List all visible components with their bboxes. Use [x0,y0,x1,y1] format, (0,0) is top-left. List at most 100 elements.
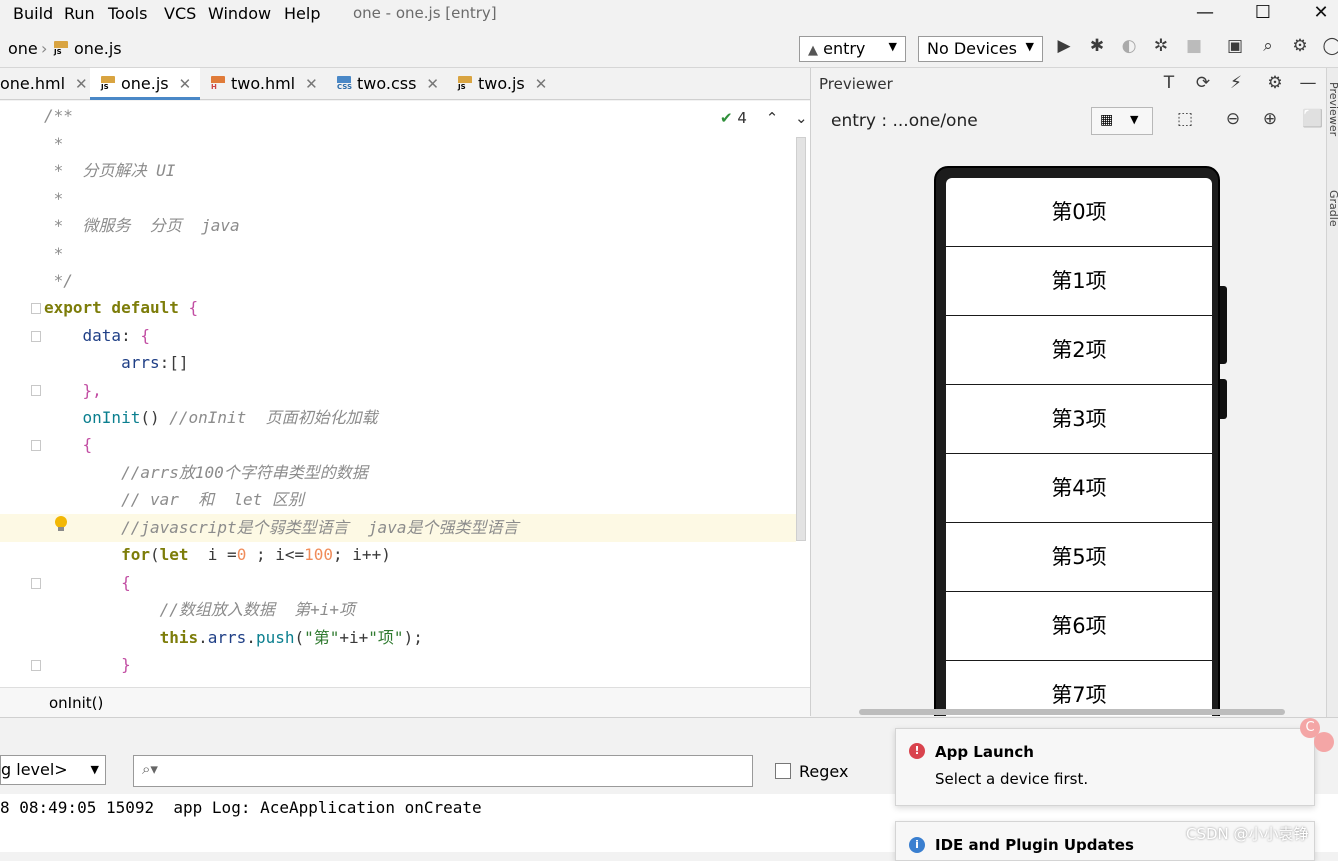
regex-checkbox[interactable]: Regex [775,762,848,781]
inspection-widget[interactable]: ✔ 4 ⌃ ⌄ [720,109,808,127]
fit-screen-icon[interactable]: ⬚ [1173,109,1197,133]
editor-breadcrumb: onInit() [0,687,810,717]
notification-title: App Launch [935,743,1034,761]
close-icon[interactable]: ✕ [426,75,439,93]
app-launch-notification[interactable]: ! App Launch Select a device first. [895,728,1315,806]
editor-scrollbar[interactable] [796,137,806,541]
fullscreen-icon[interactable]: ⬜ [1301,109,1325,133]
navigation-bar: one › JS one.js ▲ entry ▼ No Devices ▼ ▶ … [0,28,1338,68]
run-config-dropdown[interactable]: ▲ entry ▼ [799,36,906,62]
list-item[interactable]: 第4项 [946,454,1212,523]
avatar-icon[interactable]: ◯ [1320,36,1338,60]
notification-title: IDE and Plugin Updates [935,836,1134,854]
code-line: /** [44,106,73,125]
tab-label: one.hml [0,74,66,93]
list-item[interactable]: 第1项 [946,247,1212,316]
tab-two-css[interactable]: CSS two.css ✕ [326,68,446,100]
code-line: }, [82,381,102,400]
fold-icon[interactable] [31,440,41,451]
log-search-input[interactable]: ⌕▾ [133,755,753,787]
tab-label: two.css [357,74,417,93]
run-icon[interactable]: ▶ [1052,36,1076,60]
menu-window[interactable]: Window [208,4,271,23]
chevron-down-icon: ▼ [888,40,897,53]
breadcrumb-file[interactable]: JS one.js [54,39,122,58]
debug-icon[interactable]: ✱ [1085,36,1109,60]
minimize-panel-icon[interactable]: — [1296,73,1320,97]
previewer-scrollbar[interactable] [859,709,1285,715]
list-item[interactable]: 第6项 [946,592,1212,661]
font-size-icon[interactable]: T [1157,73,1181,97]
log-level-dropdown[interactable]: g level> ▼ [0,755,106,785]
close-icon[interactable]: ✕ [75,75,88,93]
fold-icon[interactable] [31,578,41,589]
code-line: arrs:[] [121,353,189,372]
menu-help[interactable]: Help [284,4,320,23]
code-line: //数组放入数据 第+i+项 [44,600,356,619]
code-line: export default { [44,298,199,317]
menu-bar: Build Run Tools VCS Window Help one - on… [0,0,1338,28]
plug-icon[interactable]: ⚡ [1224,73,1248,97]
breadcrumb-project[interactable]: one [8,39,38,58]
tab-two-hml[interactable]: Htwo.hml ✕ [200,68,326,100]
list-item[interactable]: 第7项 [946,661,1212,716]
code-line: * [44,244,64,263]
previewer-canvas: 第0项 第1项 第2项 第3项 第4项 第5项 第6项 第7项 [810,141,1326,716]
list-item[interactable]: 第5项 [946,523,1212,592]
decorative-sticker: C [1300,670,1338,760]
fold-icon[interactable] [31,331,41,342]
attach-debugger-icon[interactable]: ◐ [1117,36,1141,60]
minimize-button[interactable]: — [1190,2,1220,26]
breadcrumb-file-label: one.js [74,39,122,58]
code-line: this.arrs.push("第"+i+"项"); [159,628,423,647]
regex-label: Regex [799,762,849,781]
js-file-icon: JS [101,75,115,92]
search-icon[interactable]: ⌕ [1256,36,1280,60]
device-label: No Devices [927,39,1017,58]
menu-tools[interactable]: Tools [108,4,147,23]
fold-icon[interactable] [31,303,41,314]
chevron-up-icon[interactable]: ⌃ [766,109,779,127]
close-icon[interactable]: ✕ [305,75,318,93]
previewer-tool-tab[interactable]: Previewer [1327,82,1338,136]
fold-icon[interactable] [31,385,41,396]
profile-icon[interactable]: ✲ [1149,36,1173,60]
device-layout-dropdown[interactable]: ▦ ▼ [1091,107,1153,135]
settings-gear-icon[interactable]: ⚙ [1288,36,1312,60]
gradle-tool-tab[interactable]: Gradle [1327,190,1338,227]
hml-file-icon: H [211,75,225,92]
maximize-button[interactable]: ☐ [1248,2,1278,26]
phone-frame: 第0项 第1项 第2项 第3项 第4项 第5项 第6项 第7项 [934,166,1220,716]
tab-one-hml[interactable]: one.hml ✕ [0,68,90,100]
tab-one-js[interactable]: JS one.js ✕ [90,68,200,100]
grid-icon: ▦ [1100,112,1114,128]
settings-gear-icon[interactable]: ⚙ [1263,73,1287,97]
chevron-down-icon[interactable]: ⌄ [795,109,808,127]
close-window-button[interactable]: ✕ [1306,2,1336,26]
zoom-in-icon[interactable]: ⊕ [1258,109,1282,133]
zoom-out-icon[interactable]: ⊖ [1221,109,1245,133]
code-line: } [121,655,131,674]
function-breadcrumb[interactable]: onInit() [49,694,103,712]
list-item[interactable]: 第2项 [946,316,1212,385]
menu-vcs[interactable]: VCS [164,4,196,23]
project-structure-icon[interactable]: ▣ [1223,36,1247,60]
tab-two-js[interactable]: JS two.js ✕ [446,68,556,100]
code-editor[interactable]: ✔ 4 ⌃ ⌄ /** * * 分页解决 UI * * 微服务 分页 java … [0,101,810,687]
log-line: 8 08:49:05 15092 app Log: AceApplication… [0,798,482,817]
fold-icon[interactable] [31,660,41,671]
list-item[interactable]: 第0项 [946,178,1212,247]
checkbox-box[interactable] [775,762,791,779]
menu-run[interactable]: Run [64,4,95,23]
device-dropdown[interactable]: No Devices ▼ [918,36,1043,62]
stop-icon[interactable]: ■ [1182,36,1206,60]
refresh-icon[interactable]: ⟳ [1191,73,1215,97]
chevron-down-icon: ▼ [90,763,99,776]
chevron-down-icon: ▼ [1130,113,1139,126]
menu-build[interactable]: Build [13,4,53,23]
close-icon[interactable]: ✕ [179,75,192,93]
list-item[interactable]: 第3项 [946,385,1212,454]
code-line: * 微服务 分页 java [44,216,240,235]
notification-body: Select a device first. [935,770,1089,788]
close-icon[interactable]: ✕ [535,75,548,93]
